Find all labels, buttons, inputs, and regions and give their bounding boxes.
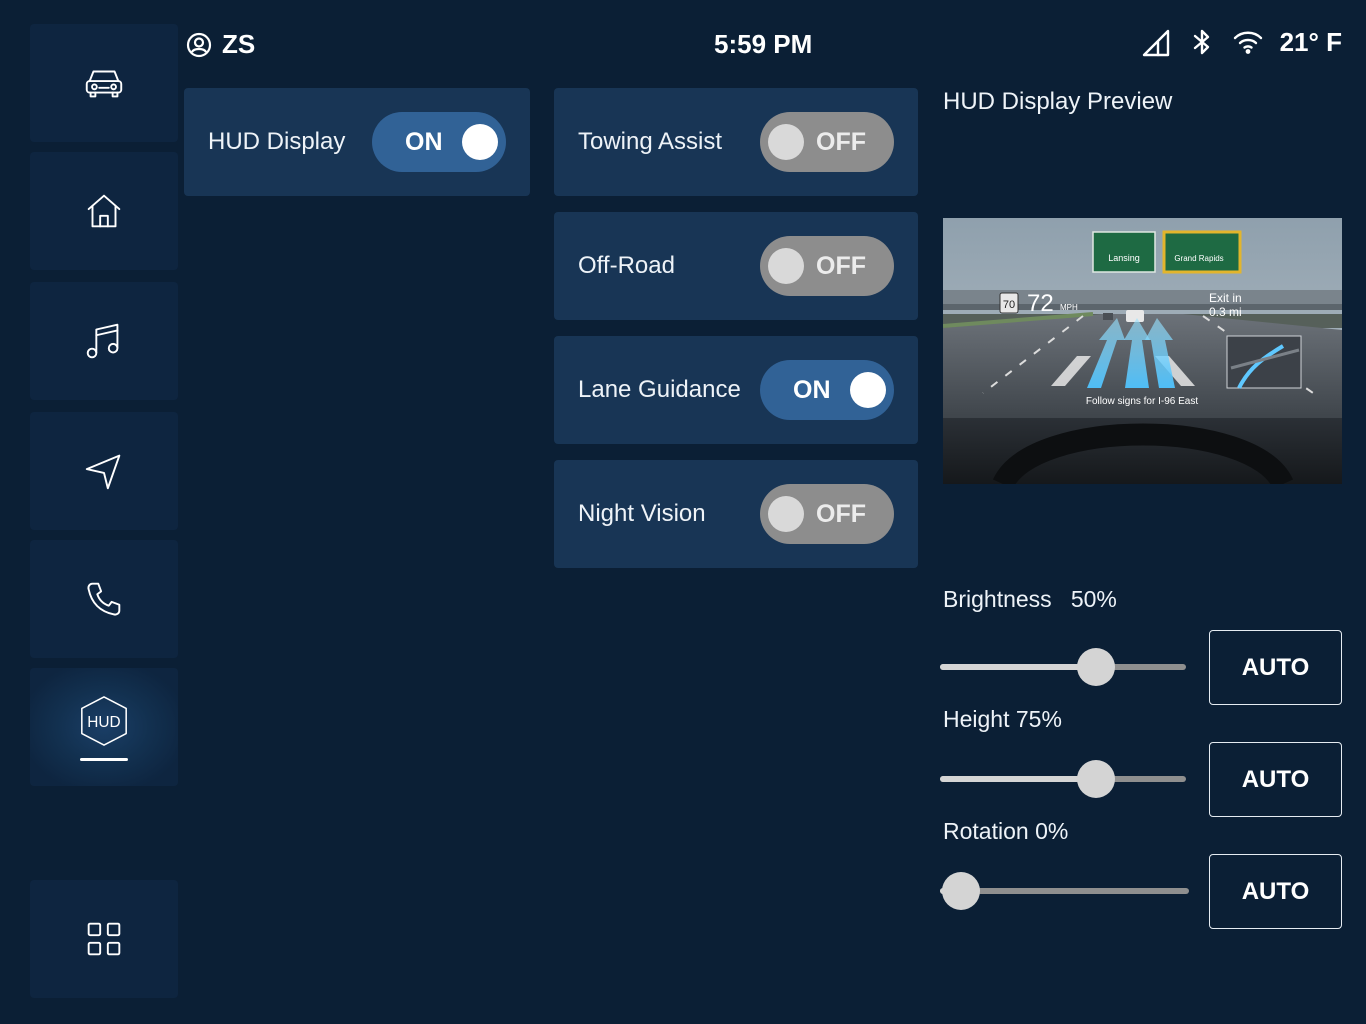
height-slider[interactable] [940, 760, 1186, 798]
toggle-knob [768, 496, 804, 532]
sign-left-text: Lansing [1108, 253, 1140, 263]
hud-icon-label: HUD [87, 713, 120, 730]
cellular-signal-icon [1142, 29, 1169, 57]
hud-display-label: HUD Display [208, 128, 346, 155]
toggle-state: ON [405, 128, 443, 156]
brightness-value: 50% [1070, 586, 1117, 612]
user-initials: ZS [222, 29, 256, 59]
height-label: Height [943, 706, 1010, 732]
sidebar-item-apps[interactable] [30, 880, 178, 998]
current-speed: 72 [1027, 290, 1054, 317]
user-profile[interactable]: ZS [186, 29, 255, 60]
toggle-state: OFF [816, 252, 866, 280]
sidebar-item-phone[interactable] [30, 540, 178, 658]
preview-title: HUD Display Preview [943, 88, 1173, 115]
status-bar: ZS 5:59 PM 21° F [186, 26, 1342, 62]
clock: 5:59 PM [714, 29, 813, 59]
rotation-value: 0% [1035, 818, 1069, 844]
sidebar-item-hud[interactable]: HUD [30, 668, 178, 786]
slider-thumb[interactable] [1076, 760, 1115, 798]
towing-assist-card: Towing Assist OFF [554, 88, 918, 196]
off-road-card: Off-Road OFF [554, 212, 918, 320]
towing-assist-label: Towing Assist [578, 128, 723, 155]
lane-guidance-label: Lane Guidance [578, 376, 741, 403]
temperature: 21° F [1279, 26, 1342, 57]
sidebar-item-navigation[interactable] [30, 412, 178, 530]
night-vision-card: Night Vision OFF [554, 460, 918, 568]
car-icon [85, 70, 123, 98]
off-road-toggle[interactable]: OFF [760, 236, 894, 296]
toggle-state: ON [793, 376, 831, 404]
navigation-arrow-icon [85, 454, 121, 490]
lane-guidance-card: Lane Guidance ON [554, 336, 918, 444]
hud-display-card: HUD Display ON [184, 88, 530, 196]
hud-preview-image: Lansing Grand Rapids 70 72 MPH Exit in 0… [943, 218, 1342, 484]
slider-fill [940, 776, 1096, 782]
sidebar-item-music[interactable] [30, 282, 178, 400]
brightness-slider[interactable] [940, 648, 1186, 686]
rotation-label: Rotation [943, 818, 1029, 844]
toggle-knob [768, 124, 804, 160]
user-avatar-icon [186, 32, 212, 57]
towing-assist-toggle[interactable]: OFF [760, 112, 894, 172]
brightness-label: Brightness [943, 586, 1052, 612]
guidance-instruction: Follow signs for I-96 East [1086, 396, 1198, 407]
off-road-label: Off-Road [578, 252, 675, 279]
brightness-auto-button[interactable]: AUTO [1209, 630, 1342, 705]
rotation-slider[interactable] [940, 872, 1189, 910]
exit-line-1: Exit in [1209, 291, 1242, 305]
rotation-label-group: Rotation 0% [943, 818, 1068, 845]
brightness-label-group: Brightness 50% [943, 586, 1117, 613]
toggle-knob [850, 372, 886, 408]
toggle-state: OFF [816, 500, 866, 528]
height-value: 75% [1015, 706, 1062, 732]
slider-thumb[interactable] [942, 872, 980, 910]
height-auto-button[interactable]: AUTO [1209, 742, 1342, 817]
toggle-state: OFF [816, 128, 866, 156]
toggle-knob [768, 248, 804, 284]
toggle-knob [462, 124, 498, 160]
speed-unit: MPH [1060, 303, 1078, 312]
sidebar-item-home[interactable] [30, 152, 178, 270]
slider-fill [940, 664, 1096, 670]
rotation-auto-button[interactable]: AUTO [1209, 854, 1342, 929]
height-label-group: Height 75% [943, 706, 1062, 733]
lane-guidance-toggle[interactable]: ON [760, 360, 894, 420]
active-indicator [80, 757, 128, 761]
wifi-icon [1233, 31, 1262, 54]
phone-icon [87, 582, 121, 616]
night-vision-toggle[interactable]: OFF [760, 484, 894, 544]
music-note-icon [86, 323, 119, 359]
exit-line-2: 0.3 mi [1209, 305, 1242, 319]
slider-thumb[interactable] [1076, 648, 1115, 686]
hud-display-toggle[interactable]: ON [372, 112, 506, 172]
bluetooth-icon [1193, 29, 1209, 55]
hud-hexagon-icon: HUD [81, 695, 127, 746]
sign-right-text: Grand Rapids [1174, 254, 1223, 263]
speed-limit: 70 [1003, 299, 1015, 311]
home-icon [87, 194, 121, 228]
sidebar-item-car[interactable] [30, 24, 178, 142]
apps-grid-icon [87, 922, 121, 956]
night-vision-label: Night Vision [578, 500, 706, 527]
